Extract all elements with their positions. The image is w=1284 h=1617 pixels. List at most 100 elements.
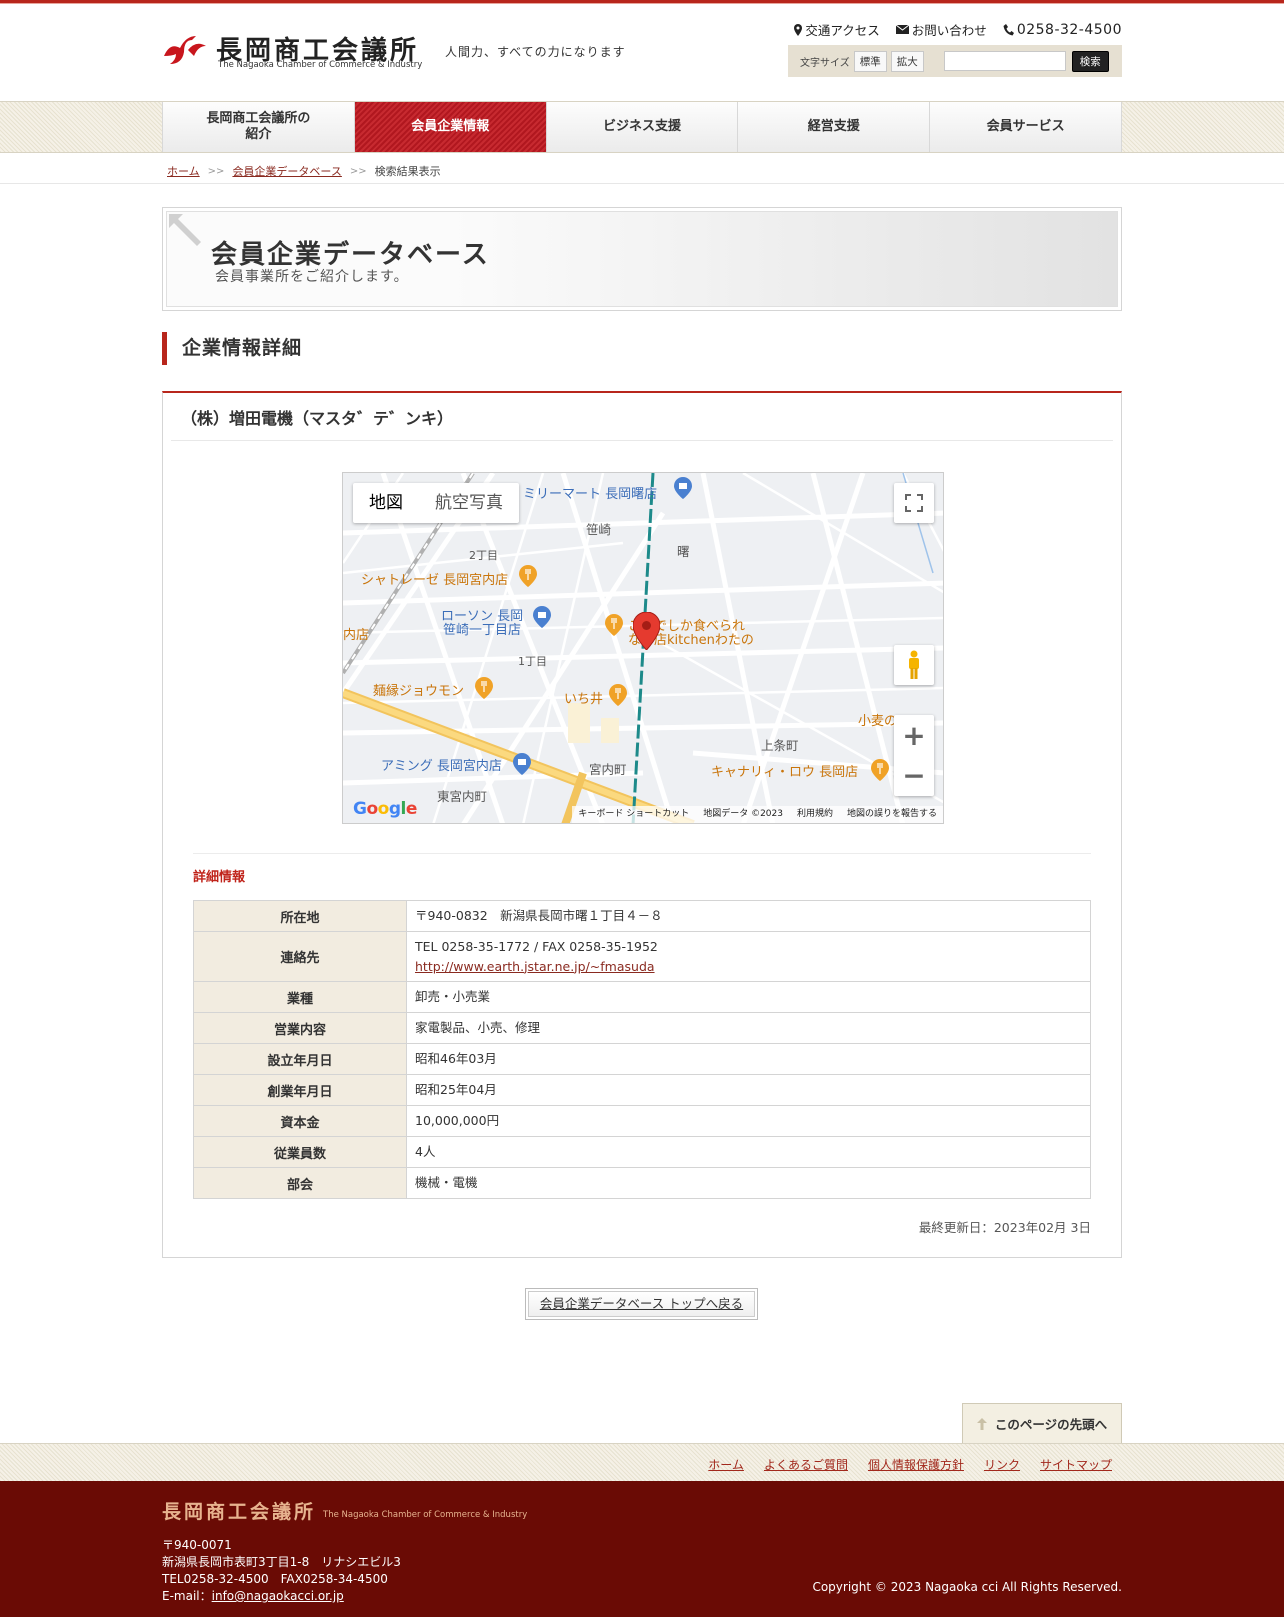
- footer-logo-english: The Nagaoka Chamber of Commerce & Indust…: [323, 1510, 528, 1520]
- terms-link[interactable]: 利用規約: [797, 806, 833, 823]
- email-link[interactable]: info@nagaokacci.or.jp: [212, 1589, 344, 1603]
- search-input[interactable]: [943, 51, 1066, 71]
- font-large-button[interactable]: 拡大: [890, 50, 924, 72]
- row-value: 機械・電機: [406, 1167, 1091, 1199]
- page-top-button[interactable]: このページの先頭へ: [962, 1403, 1122, 1443]
- nav-label: 経営支援: [807, 119, 860, 135]
- details-table: 所在地 〒940-0832 新潟県長岡市曙１丁目４－８ 連絡先 TEL 0258…: [193, 900, 1091, 1199]
- map-label: 内店: [343, 628, 370, 643]
- access-link[interactable]: 交通アクセス: [794, 20, 880, 39]
- footer-links: ホーム よくあるご質問 個人情報保護方針 リンク サイトマップ: [708, 1456, 1112, 1473]
- shop-pin-icon: [513, 753, 531, 775]
- restaurant-pin-icon: [609, 684, 627, 706]
- footer-link-sitemap[interactable]: サイトマップ: [1040, 1456, 1112, 1473]
- keyboard-shortcuts-link[interactable]: キーボード ショートカット: [578, 806, 689, 823]
- table-row: 業種 卸売・小売業: [193, 981, 1091, 1013]
- logo-mark-icon: [164, 36, 206, 64]
- search-button[interactable]: 検索: [1071, 50, 1109, 72]
- company-name: （株）増田電機（マスタ゛テ゛ンキ）: [181, 409, 454, 428]
- row-label: 部会: [193, 1167, 407, 1199]
- map-data-credit: 地図データ ©2023: [703, 809, 783, 819]
- footer-address: 〒940-0071 新潟県長岡市表町3丁目1-8 リナシエビル3 TEL0258…: [162, 1537, 401, 1605]
- report-error-link[interactable]: 地図の誤りを報告する: [847, 806, 937, 823]
- footer-zip: 〒940-0071: [162, 1538, 232, 1552]
- zoom-in-button[interactable]: +: [894, 715, 934, 755]
- contact-link[interactable]: お問い合わせ: [895, 20, 987, 39]
- arrow-up-icon: [976, 1417, 987, 1430]
- tel-link[interactable]: 0258-32-4500: [1003, 20, 1122, 39]
- restaurant-pin-icon: [519, 565, 537, 587]
- google-logo[interactable]: Google: [353, 799, 417, 819]
- map-label: 1丁目: [518, 655, 547, 668]
- nav-label: 会員企業情報: [411, 119, 490, 135]
- row-value: 昭和25年04月: [406, 1074, 1091, 1106]
- site-logo[interactable]: 長岡商工会議所 The Nagaoka Chamber of Commerce …: [162, 30, 424, 72]
- font-standard-button[interactable]: 標準: [853, 50, 887, 72]
- map-label: 2丁目: [469, 549, 498, 562]
- fullscreen-button[interactable]: [894, 483, 934, 523]
- nav-item-members[interactable]: 会員企業情報: [354, 102, 547, 152]
- nav-label: 長岡商工会議所の 紹介: [206, 111, 311, 142]
- chevron-right-icon: >>: [207, 165, 225, 177]
- row-label: 所在地: [193, 900, 407, 932]
- nav-item-about[interactable]: 長岡商工会議所の 紹介: [162, 102, 355, 152]
- row-value: 昭和46年03月: [406, 1043, 1091, 1075]
- breadcrumb: ホーム >> 会員企業データベース >> 検索結果表示: [167, 163, 441, 179]
- footer-tel: TEL0258-32-4500 FAX0258-34-4500: [162, 1572, 388, 1586]
- page-subtitle: 会員事業所をご紹介します。: [215, 269, 409, 285]
- access-link-label: 交通アクセス: [805, 23, 880, 38]
- divider: [193, 853, 1091, 854]
- header-links: 交通アクセス お問い合わせ 0258-32-4500: [794, 20, 1122, 39]
- table-row: 創業年月日 昭和25年04月: [193, 1074, 1091, 1106]
- row-label: 業種: [193, 981, 407, 1013]
- shop-pin-icon: [674, 477, 692, 499]
- row-label: 営業内容: [193, 1012, 407, 1044]
- location-marker-icon[interactable]: [633, 612, 660, 650]
- map-label: 小麦の: [858, 714, 898, 729]
- breadcrumb-db[interactable]: 会員企業データベース: [232, 163, 341, 179]
- chevron-right-icon: >>: [349, 165, 367, 177]
- footer-email: E-mail：info@nagaokacci.or.jp: [162, 1588, 401, 1605]
- mail-icon: [895, 25, 909, 34]
- zoom-out-button[interactable]: −: [894, 755, 934, 795]
- details-heading: 詳細情報: [193, 870, 246, 885]
- restaurant-pin-icon: [605, 614, 623, 636]
- table-row: 所在地 〒940-0832 新潟県長岡市曙１丁目４－８: [193, 900, 1091, 932]
- footer-links-bar: ホーム よくあるご質問 個人情報保護方針 リンク サイトマップ: [0, 1443, 1284, 1481]
- restaurant-pin-icon: [475, 677, 493, 699]
- map-embed[interactable]: ミリーマート 長岡曙店 笹崎 曙 2丁目 シャトレーゼ 長岡宮内店 ローソン 長…: [342, 472, 944, 824]
- map-attribution: キーボード ショートカット 地図データ ©2023 利用規約 地図の誤りを報告す…: [572, 806, 943, 823]
- breadcrumb-home[interactable]: ホーム: [167, 163, 200, 179]
- logo-english: The Nagaoka Chamber of Commerce & Indust…: [218, 60, 423, 70]
- back-to-db-button[interactable]: 会員企業データベース トップへ戻る: [525, 1288, 758, 1320]
- row-value-contact: TEL 0258-35-1772 / FAX 0258-35-1952 http…: [406, 931, 1091, 982]
- footer-link-links[interactable]: リンク: [984, 1456, 1020, 1473]
- company-card: （株）増田電機（マスタ゛テ゛ンキ） ミリーマート 長岡曙店 笹崎 曙 2丁目 シ…: [162, 391, 1122, 1258]
- section-title: 企業情報詳細: [162, 332, 302, 365]
- row-value: 10,000,000円: [406, 1105, 1091, 1137]
- nav-item-services[interactable]: 会員サービス: [930, 102, 1122, 152]
- page-banner: 会員企業データベース 会員事業所をご紹介します。: [162, 207, 1122, 311]
- map-label: 上条町: [761, 738, 799, 753]
- fullscreen-icon: [905, 494, 923, 512]
- row-label: 設立年月日: [193, 1043, 407, 1075]
- page-top-label: このページの先頭へ: [994, 1417, 1108, 1432]
- map-label: キャナリィ・ロウ 長岡店: [711, 765, 859, 780]
- company-website-link[interactable]: http://www.earth.jstar.ne.jp/~fmasuda: [415, 959, 655, 974]
- table-row: 資本金 10,000,000円: [193, 1105, 1091, 1137]
- nav-item-management[interactable]: 経営支援: [738, 102, 931, 152]
- street-view-button[interactable]: [894, 645, 934, 685]
- nav-item-business[interactable]: ビジネス支援: [546, 102, 739, 152]
- copyright: Copyright © 2023 Nagaoka cci All Rights …: [812, 1580, 1122, 1594]
- map-label: シャトレーゼ 長岡宮内店: [361, 573, 509, 588]
- footer-link-home[interactable]: ホーム: [708, 1456, 744, 1473]
- map-type-satellite-button[interactable]: 航空写真: [419, 483, 519, 523]
- table-row: 部会 機械・電機: [193, 1167, 1091, 1199]
- map-label: 麺縁ジョウモン: [373, 684, 465, 699]
- restaurant-pin-icon: [871, 759, 889, 781]
- footer-link-privacy[interactable]: 個人情報保護方針: [868, 1456, 964, 1473]
- contact-link-label: お問い合わせ: [911, 23, 987, 38]
- map-type-map-button[interactable]: 地図: [353, 483, 419, 523]
- row-value: 4人: [406, 1136, 1091, 1168]
- footer-link-faq[interactable]: よくあるご質問: [764, 1456, 848, 1473]
